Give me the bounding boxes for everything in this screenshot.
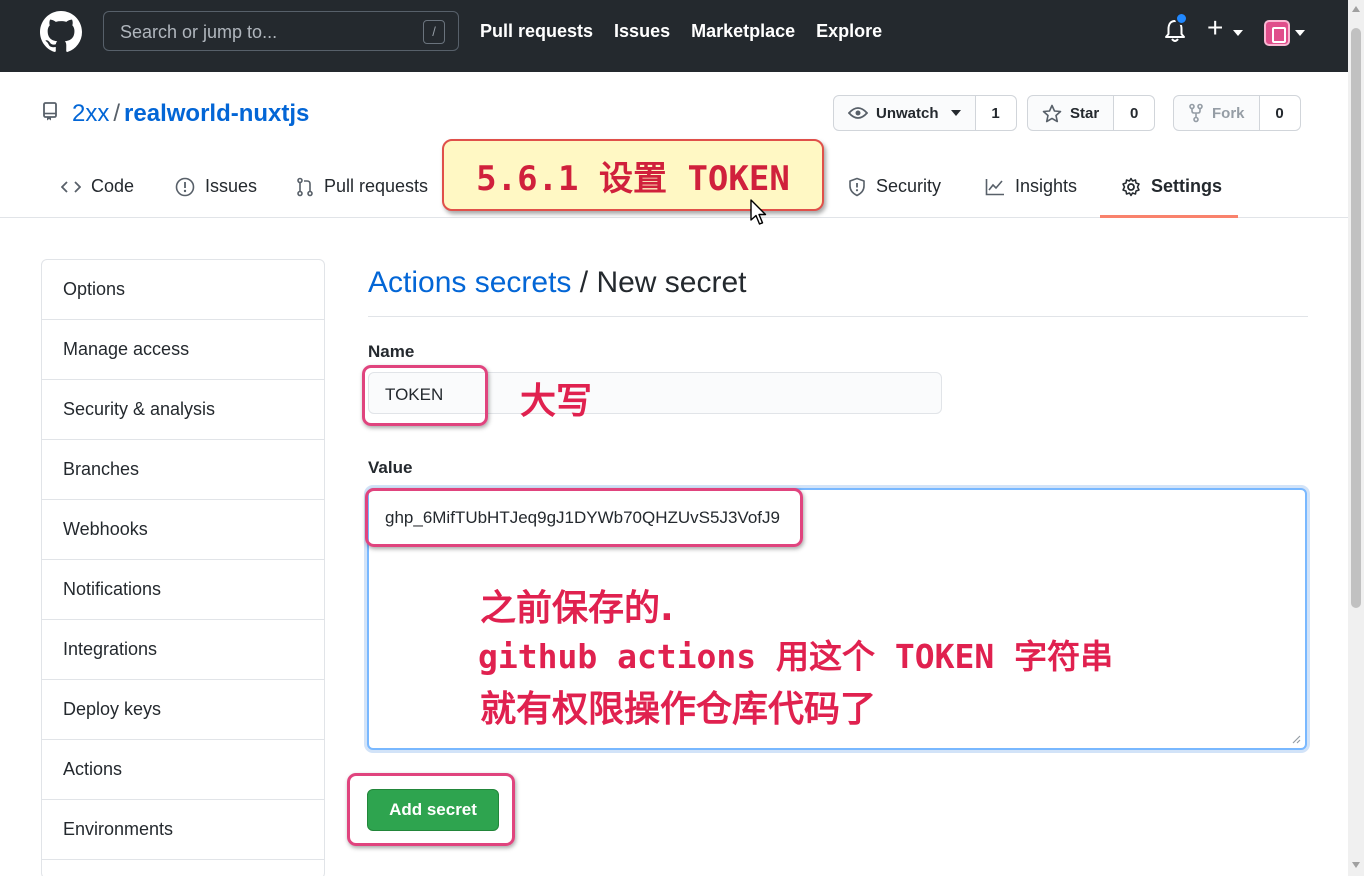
page-title: Actions secrets / New secret [368,266,746,300]
breadcrumb-current: New secret [596,266,747,299]
scrollbar-thumb[interactable] [1351,28,1361,608]
graph-icon [985,178,1004,195]
fork-button-group: Fork 0 [1173,95,1301,131]
shield-icon [849,177,865,196]
gear-icon [1122,177,1140,196]
annotation-note-line3: 就有权限操作仓库代码了 [480,689,877,730]
scroll-down-arrow-icon[interactable] [1352,862,1360,868]
eye-icon [848,107,868,119]
tab-pull-requests-label: Pull requests [324,176,429,196]
notification-indicator [1175,12,1188,25]
watch-button-group: Unwatch 1 [833,95,1017,131]
star-label: Star [1070,104,1100,122]
nav-issues[interactable]: Issues [614,21,670,42]
tab-issues[interactable]: Issues [175,176,257,197]
repo-name-link[interactable]: realworld-nuxtjs [124,100,309,127]
title-divider [368,316,1308,317]
sidebar-item-branches[interactable]: Branches [42,440,324,500]
search-placeholder: Search or jump to... [120,22,278,42]
create-new-plus-icon[interactable]: + [1207,14,1223,42]
fork-label: Fork [1212,104,1245,122]
annotation-note-line2: github actions 用这个 TOKEN 字符串 [478,637,1114,676]
tab-code-label: Code [91,176,135,196]
unwatch-label: Unwatch [876,104,939,122]
watch-count[interactable]: 1 [975,96,1016,130]
global-header: Search or jump to... / Pull requests Iss… [0,0,1364,72]
unwatch-button[interactable]: Unwatch [834,96,976,130]
nav-pull-requests[interactable]: Pull requests [480,21,593,42]
star-icon [1042,104,1062,122]
annotation-highlight-value [365,488,803,547]
global-nav: Pull requests Issues Marketplace Explore [480,21,903,42]
value-field-label: Value [368,458,413,477]
mouse-pointer-icon [750,199,767,225]
annotation-note-uppercase: 大写 [520,381,593,422]
sidebar-item-deploy-keys[interactable]: Deploy keys [42,680,324,740]
breadcrumb-actions-secrets-link[interactable]: Actions secrets [368,266,571,299]
tab-security-label: Security [876,176,942,196]
star-button-group: Star 0 [1027,95,1156,131]
tab-pull-requests[interactable]: Pull requests [296,176,428,197]
tab-settings-label: Settings [1151,176,1223,196]
tab-security[interactable]: Security [848,176,941,197]
avatar[interactable] [1264,20,1290,46]
settings-sidebar: Options Manage access Security & analysi… [41,259,325,876]
name-field-label: Name [368,342,415,361]
search-input[interactable]: Search or jump to... / [103,11,459,51]
repo-owner-link[interactable]: 2xx [72,100,109,127]
resize-handle-icon[interactable] [1291,734,1301,744]
selected-tab-indicator [1100,215,1238,218]
fork-count[interactable]: 0 [1259,96,1300,130]
sidebar-item-security-analysis[interactable]: Security & analysis [42,380,324,440]
breadcrumb-separator: / [571,266,597,299]
git-pull-request-icon [297,177,313,196]
tab-settings[interactable]: Settings [1121,176,1222,197]
annotation-highlight-name [362,365,488,426]
fork-button[interactable]: Fork [1174,96,1260,130]
annotation-highlight-button [347,773,515,846]
sidebar-item-environments[interactable]: Environments [42,800,324,860]
nav-marketplace[interactable]: Marketplace [691,21,795,42]
nav-explore[interactable]: Explore [816,21,882,42]
sidebar-item-webhooks[interactable]: Webhooks [42,500,324,560]
sidebar-item-notifications[interactable]: Notifications [42,560,324,620]
tab-insights-label: Insights [1015,176,1078,196]
tab-issues-label: Issues [205,176,258,196]
chevron-down-icon[interactable] [1295,30,1305,36]
chevron-down-icon[interactable] [1233,30,1243,36]
star-count[interactable]: 0 [1114,96,1155,130]
code-icon [61,180,81,193]
repo-title-separator: / [113,100,121,127]
sidebar-item-actions[interactable]: Actions [42,740,324,800]
sidebar-item-manage-access[interactable]: Manage access [42,320,324,380]
tab-code[interactable]: Code [61,176,134,197]
annotation-note-line1: 之前保存的. [480,588,674,629]
search-shortcut-key: / [423,20,445,44]
star-button[interactable]: Star [1028,96,1115,130]
sidebar-item-options[interactable]: Options [42,260,324,320]
sidebar-item-integrations[interactable]: Integrations [42,620,324,680]
tab-insights[interactable]: Insights [985,176,1077,197]
github-logo-icon[interactable] [40,11,82,53]
fork-icon [1189,103,1203,123]
chevron-down-icon [950,110,961,116]
repo-title: 2xx / realworld-nuxtjs [72,100,309,128]
page-scrollbar[interactable] [1348,0,1364,876]
repo-icon [43,102,57,121]
issue-opened-icon [175,177,195,196]
scroll-up-arrow-icon[interactable] [1352,6,1360,12]
